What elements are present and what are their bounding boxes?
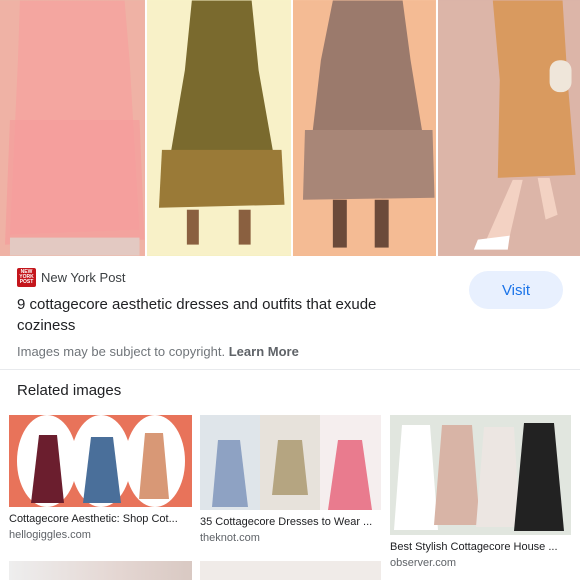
related-images-heading: Related images	[17, 382, 122, 399]
hero-image-olive-tiered-dress[interactable]	[146, 0, 291, 256]
copyright-text: Images may be subject to copyright.	[17, 344, 226, 359]
related-image-card[interactable]: 35 Cottagecore Dresses to Wear ... thekn…	[200, 415, 381, 544]
hero-image-strip[interactable]	[0, 0, 580, 256]
orange-dress-illustration	[437, 0, 580, 256]
learn-more-link[interactable]: Learn More	[229, 344, 299, 359]
related-image-caption[interactable]: Best Stylish Cottagecore House ...	[390, 541, 571, 553]
related-thumb-illustration-1	[9, 415, 192, 507]
source-name[interactable]: New York Post	[41, 270, 126, 285]
hero-image-pink-floral-dress[interactable]	[0, 0, 145, 256]
related-image-thumbnail[interactable]	[200, 415, 381, 510]
related-image-domain: observer.com	[390, 557, 457, 569]
related-thumb-illustration-3	[390, 415, 571, 535]
related-image-thumbnail-partial[interactable]	[9, 561, 192, 580]
logo-text: NEW YORK POST	[19, 269, 34, 285]
visit-button[interactable]: Visit	[469, 271, 563, 309]
related-image-domain: theknot.com	[200, 532, 260, 544]
related-image-thumbnail-partial[interactable]	[200, 561, 381, 580]
new-york-post-logo-icon: NEW YORK POST	[17, 268, 36, 287]
source-row[interactable]: NEW YORK POST New York Post	[17, 268, 126, 287]
related-image-thumbnail[interactable]	[390, 415, 571, 535]
hero-image-mauve-boho-dress[interactable]	[293, 0, 436, 256]
related-thumb-illustration-2	[200, 415, 381, 510]
pink-dress-illustration	[0, 0, 145, 256]
olive-dress-illustration	[146, 0, 291, 256]
related-image-card[interactable]: Cottagecore Aesthetic: Shop Cot... hello…	[9, 415, 192, 541]
divider	[0, 369, 580, 370]
related-image-domain: hellogiggles.com	[9, 529, 91, 541]
related-image-caption[interactable]: 35 Cottagecore Dresses to Wear ...	[200, 516, 381, 528]
hero-image-orange-print-dress[interactable]	[437, 0, 580, 256]
result-title[interactable]: 9 cottagecore aesthetic dresses and outf…	[17, 294, 437, 336]
related-image-thumbnail[interactable]	[9, 415, 192, 507]
related-image-caption[interactable]: Cottagecore Aesthetic: Shop Cot...	[9, 513, 192, 525]
mauve-dress-illustration	[293, 0, 436, 256]
copyright-notice: Images may be subject to copyright. Lear…	[17, 344, 299, 359]
related-image-card[interactable]: Best Stylish Cottagecore House ... obser…	[390, 415, 571, 569]
